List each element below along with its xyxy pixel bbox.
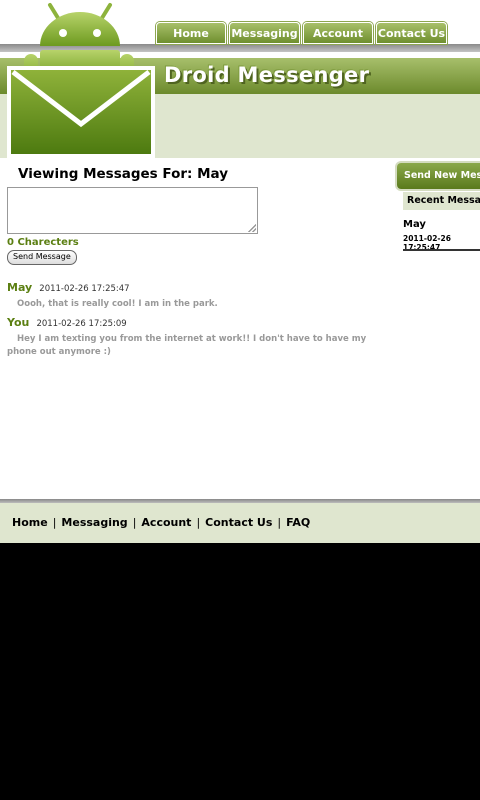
message-item: You 2011-02-26 17:25:09 Hey I am texting… — [7, 311, 392, 359]
page-title: Viewing Messages For: May — [18, 166, 229, 182]
message-time: 2011-02-26 17:25:47 — [39, 284, 130, 294]
nav-tab-messaging[interactable]: Messaging — [229, 22, 300, 44]
footer-separator: | — [196, 516, 201, 529]
footer-separator: | — [52, 516, 57, 529]
resize-handle-icon[interactable] — [248, 224, 256, 232]
recent-message-name[interactable]: May — [403, 219, 426, 230]
page: Home Messaging Account Contact Us Droid … — [0, 0, 480, 543]
footer-nav: Home | Messaging | Account | Contact Us … — [12, 516, 310, 529]
footer-link-messaging[interactable]: Messaging — [61, 516, 127, 529]
nav-tab-account[interactable]: Account — [303, 22, 373, 44]
footer-link-faq[interactable]: FAQ — [286, 516, 310, 529]
message-time: 2011-02-26 17:25:09 — [36, 319, 127, 329]
character-count: 0 Charecters — [7, 237, 79, 248]
footer-link-account[interactable]: Account — [141, 516, 191, 529]
nav-tab-home[interactable]: Home — [156, 22, 226, 44]
footer-separator: | — [277, 516, 282, 529]
footer: Home | Messaging | Account | Contact Us … — [0, 503, 480, 543]
nav-tab-contact-us[interactable]: Contact Us — [376, 22, 447, 44]
message-text: Oooh, that is really cool! I am in the p… — [17, 299, 218, 309]
brand-title: Droid Messenger — [164, 63, 370, 87]
footer-link-home[interactable]: Home — [12, 516, 48, 529]
message-item: May 2011-02-26 17:25:47 Oooh, that is re… — [7, 276, 392, 311]
main-nav: Home Messaging Account Contact Us — [156, 22, 447, 44]
message-sender: You — [7, 316, 30, 329]
send-new-message-button[interactable]: Send New Message — [397, 163, 480, 189]
message-input[interactable] — [7, 187, 258, 234]
message-text: Hey I am texting you from the internet a… — [7, 334, 367, 357]
sidebar-divider — [403, 249, 480, 251]
footer-separator: | — [132, 516, 137, 529]
send-message-button[interactable]: Send Message — [7, 250, 77, 265]
android-envelope-icon — [7, 3, 155, 158]
recent-messages-heading: Recent Messages — [403, 192, 480, 210]
message-sender: May — [7, 281, 33, 294]
footer-link-contact-us[interactable]: Contact Us — [205, 516, 272, 529]
